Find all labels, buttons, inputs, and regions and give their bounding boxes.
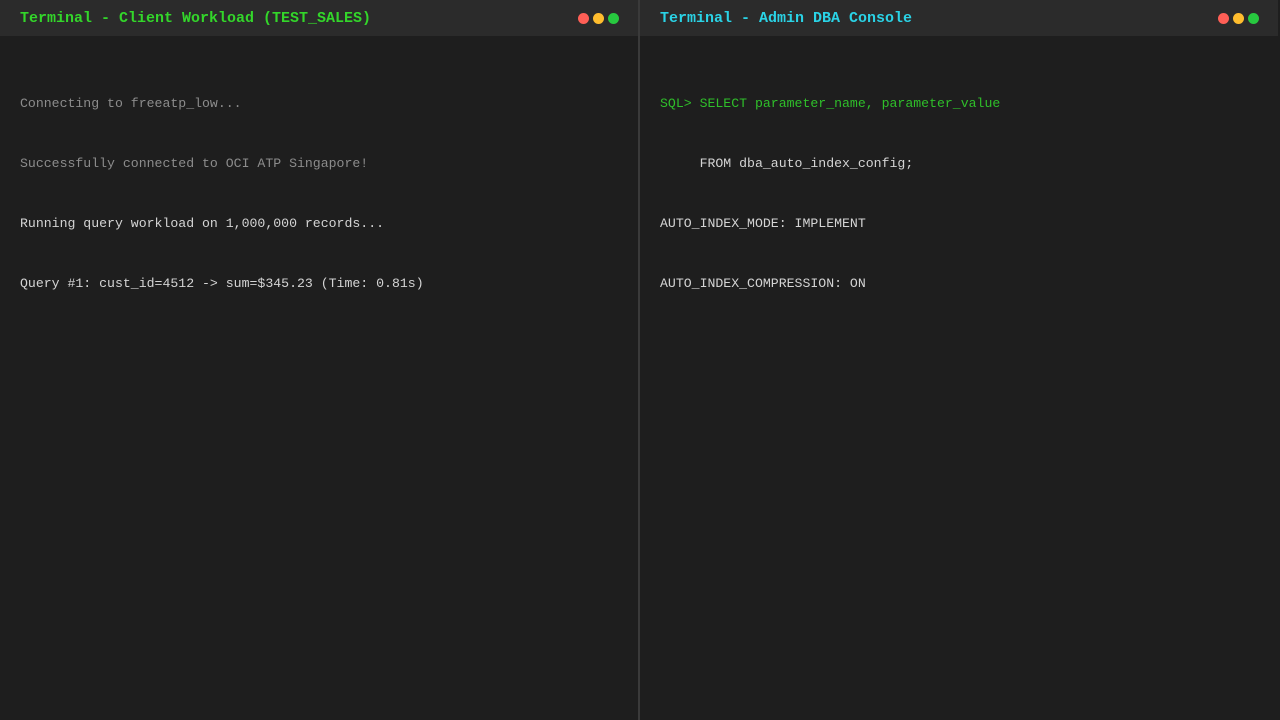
terminal-line: Successfully connected to OCI ATP Singap… bbox=[20, 156, 369, 171]
close-window-icon[interactable] bbox=[1218, 12, 1229, 24]
terminal-line: AUTO_INDEX_COMPRESSION: ON bbox=[660, 276, 866, 291]
terminal-title: Terminal - Client Workload (TEST_SALES) bbox=[20, 9, 372, 27]
client-workload-terminal[interactable]: Terminal - Client Workload (TEST_SALES) … bbox=[0, 0, 640, 720]
minimize-window-icon[interactable] bbox=[1233, 12, 1244, 24]
sql-command-line: SQL> SELECT parameter_name, parameter_va… bbox=[660, 96, 1001, 111]
terminal-titlebar: Terminal - Admin DBA Console bbox=[640, 0, 1278, 36]
terminal-line: Query #1: cust_id=4512 -> sum=$345.23 (T… bbox=[20, 276, 424, 291]
maximize-window-icon[interactable] bbox=[1248, 12, 1259, 24]
terminal-line: Connecting to freeatp_low... bbox=[20, 96, 242, 111]
terminal-title: Terminal - Admin DBA Console bbox=[660, 9, 913, 27]
window-controls bbox=[1218, 12, 1259, 24]
terminal-output: SQL> SELECT parameter_name, parameter_va… bbox=[640, 36, 1278, 334]
terminal-line: AUTO_INDEX_MODE: IMPLEMENT bbox=[660, 216, 866, 231]
terminal-output: Connecting to freeatp_low... Successfull… bbox=[0, 36, 638, 334]
sql-command-line: FROM dba_auto_index_config; bbox=[660, 156, 914, 171]
close-window-icon[interactable] bbox=[578, 12, 589, 24]
admin-dba-terminal[interactable]: Terminal - Admin DBA Console SQL> SELECT… bbox=[640, 0, 1278, 720]
split-terminal-layout: Terminal - Client Workload (TEST_SALES) … bbox=[0, 0, 1280, 720]
maximize-window-icon[interactable] bbox=[608, 12, 619, 24]
window-controls bbox=[578, 12, 619, 24]
terminal-titlebar: Terminal - Client Workload (TEST_SALES) bbox=[0, 0, 638, 36]
minimize-window-icon[interactable] bbox=[593, 12, 604, 24]
terminal-line: Running query workload on 1,000,000 reco… bbox=[20, 216, 385, 231]
